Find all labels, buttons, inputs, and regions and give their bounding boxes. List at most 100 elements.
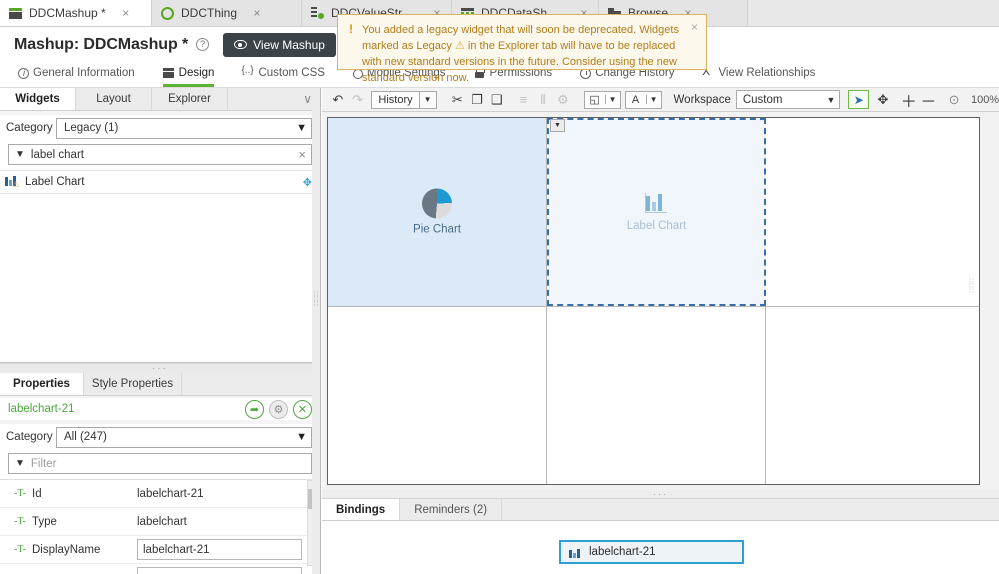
canvas-resize-grip[interactable]: ∷ ∷ ∷ bbox=[968, 278, 975, 295]
close-icon[interactable]: × bbox=[120, 7, 132, 19]
table-row: -T- Type labelchart bbox=[0, 508, 320, 536]
warning-bang-icon: ! bbox=[349, 22, 353, 36]
property-category-select[interactable]: All (247) ▼ bbox=[56, 426, 312, 448]
list-item[interactable]: ⚠ Label Chart ✥ bbox=[0, 171, 320, 194]
zoom-in-button[interactable]: ＋ bbox=[899, 90, 919, 111]
category-value: All (247) bbox=[64, 431, 107, 443]
properties-body: Category All (247) ▼ ▼ -T- Id labelchart… bbox=[0, 424, 320, 574]
canvas-area: Pie Chart Label Chart ▼ ∷ ∷ ∷ bbox=[322, 112, 999, 493]
splitter-dots: ··· bbox=[653, 488, 668, 499]
grid-divider bbox=[328, 306, 979, 307]
tab-explorer[interactable]: Explorer bbox=[152, 88, 228, 110]
layout-icon: ◱ bbox=[589, 94, 600, 106]
copy-button[interactable]: ❐ bbox=[467, 90, 487, 110]
zoom-reset-button[interactable]: ⊙ bbox=[944, 90, 964, 110]
workspace-select[interactable]: Custom ▼ bbox=[735, 90, 841, 109]
close-icon[interactable]: × bbox=[691, 20, 698, 34]
move-handle-icon[interactable]: ✥ bbox=[303, 176, 312, 189]
redo-button[interactable]: ↷ bbox=[348, 90, 368, 110]
language-dropdown[interactable]: A ▼ bbox=[624, 90, 662, 109]
property-filter-box[interactable]: ▼ bbox=[8, 453, 312, 474]
property-name: Type bbox=[32, 515, 57, 528]
bar-chart-icon bbox=[644, 192, 670, 214]
tab-widgets[interactable]: Widgets bbox=[0, 88, 76, 110]
select-tool-button[interactable]: ➤ bbox=[848, 90, 870, 109]
widget-category-select[interactable]: Legacy (1) ▼ bbox=[56, 117, 312, 139]
string-type-icon: -T- bbox=[14, 544, 26, 555]
selected-widget-id: labelchart-21 bbox=[8, 403, 75, 415]
widget-item-label: Label Chart bbox=[25, 176, 85, 188]
close-icon[interactable]: × bbox=[251, 7, 263, 19]
browser-tab-ddcthing[interactable]: DDCThing × bbox=[152, 0, 302, 26]
cut-button[interactable]: ✂ bbox=[448, 90, 468, 110]
chevron-down-icon: ▼ bbox=[826, 94, 836, 105]
widget-content: Pie Chart bbox=[328, 188, 546, 236]
widget-list: ⚠ Label Chart ✥ bbox=[0, 170, 320, 194]
distribute-button[interactable]: ⦀ bbox=[533, 90, 553, 110]
mashup-canvas[interactable]: Pie Chart Label Chart ▼ ∷ ∷ ∷ bbox=[327, 117, 980, 485]
property-rows: -T- Id labelchart-21 -T- Type labelchart… bbox=[0, 479, 320, 574]
tab-style-properties[interactable]: Style Properties bbox=[84, 373, 182, 395]
displayname-field[interactable] bbox=[137, 539, 302, 560]
tab-layout[interactable]: Layout bbox=[76, 88, 152, 110]
tab-reminders[interactable]: Reminders (2) bbox=[400, 499, 503, 520]
language-icon: A bbox=[631, 93, 640, 106]
tab-label: Layout bbox=[96, 93, 131, 105]
property-filter-input[interactable] bbox=[30, 457, 306, 470]
chevron-down-icon: ▼ bbox=[604, 95, 620, 104]
tab-label: Explorer bbox=[168, 93, 211, 105]
subnav-label: Design bbox=[178, 67, 215, 79]
chevron-down-icon: ▼ bbox=[418, 91, 436, 108]
history-dropdown[interactable]: History ▼ bbox=[371, 90, 437, 109]
chevron-down-icon: ▼ bbox=[296, 431, 307, 443]
mashup-icon bbox=[9, 7, 22, 20]
align-button[interactable]: ≡ bbox=[514, 90, 534, 110]
bar-chart-icon bbox=[569, 547, 582, 558]
subnav-view-relationships[interactable]: View Relationships bbox=[702, 62, 815, 87]
view-mashup-button[interactable]: View Mashup bbox=[223, 32, 336, 57]
bindings-canvas[interactable]: labelchart-21 bbox=[322, 521, 999, 574]
tab-bindings[interactable]: Bindings bbox=[322, 499, 401, 520]
chevron-down-icon[interactable]: ∨ bbox=[303, 92, 312, 106]
zoom-level-label: 100% bbox=[970, 93, 999, 106]
subnav-general-information[interactable]: General Information bbox=[18, 62, 135, 87]
left-panel-splitter[interactable]: ··· bbox=[0, 363, 320, 374]
reset-button[interactable]: ⚙ bbox=[553, 90, 573, 110]
widget-context-menu-button[interactable]: ▼ bbox=[550, 119, 565, 132]
layout-dropdown[interactable]: ◱ ▼ bbox=[583, 90, 621, 109]
binding-node-labelchart[interactable]: labelchart-21 bbox=[559, 540, 744, 564]
tab-label: DDCThing bbox=[181, 6, 238, 20]
subnav-custom-css[interactable]: Custom CSS bbox=[241, 62, 324, 87]
label-chart-widget[interactable]: Label Chart bbox=[547, 118, 766, 306]
help-icon[interactable]: ? bbox=[196, 38, 210, 51]
property-name: Id bbox=[32, 487, 42, 500]
property-value-field[interactable] bbox=[137, 567, 302, 574]
bottom-panel-splitter[interactable]: ··· bbox=[322, 488, 999, 499]
tab-properties[interactable]: Properties bbox=[0, 373, 84, 395]
browser-tab-ddcmashup[interactable]: DDCMashup * × bbox=[0, 0, 152, 26]
tab-label: Properties bbox=[13, 378, 70, 390]
zoom-out-button[interactable]: － bbox=[919, 90, 939, 111]
left-panel-resize-grip[interactable]: ∷ ∷ ∷ bbox=[312, 88, 320, 574]
undo-button[interactable]: ↶ bbox=[328, 90, 348, 110]
widget-title: Label Chart bbox=[626, 220, 687, 232]
workspace-value: Custom bbox=[742, 93, 783, 106]
paste-button[interactable]: ❑ bbox=[487, 90, 507, 110]
widget-search-input[interactable] bbox=[30, 148, 295, 161]
funnel-icon: ▼ bbox=[15, 458, 25, 469]
close-button[interactable]: ✕ bbox=[293, 399, 312, 419]
legacy-widget-notification: ! You added a legacy widget that will so… bbox=[337, 14, 707, 84]
bottom-panel: Bindings Reminders (2) labelchart-21 bbox=[322, 498, 999, 574]
widget-search-box[interactable]: ▼ × bbox=[8, 144, 312, 165]
pan-tool-button[interactable]: ✥ bbox=[873, 90, 893, 110]
table-row bbox=[0, 564, 320, 574]
subnav-design[interactable]: Design bbox=[162, 62, 215, 87]
gear-button[interactable]: ⚙ bbox=[269, 399, 288, 419]
property-category-row: Category All (247) ▼ bbox=[0, 424, 320, 450]
share-button[interactable]: ➦ bbox=[245, 399, 264, 419]
property-value: labelchart bbox=[137, 515, 187, 528]
table-row: -T- Id labelchart-21 bbox=[0, 480, 320, 508]
pie-chart-widget[interactable]: Pie Chart bbox=[328, 118, 546, 306]
clear-icon[interactable]: × bbox=[294, 147, 306, 162]
notification-text: You added a legacy widget that will soon… bbox=[362, 22, 682, 86]
